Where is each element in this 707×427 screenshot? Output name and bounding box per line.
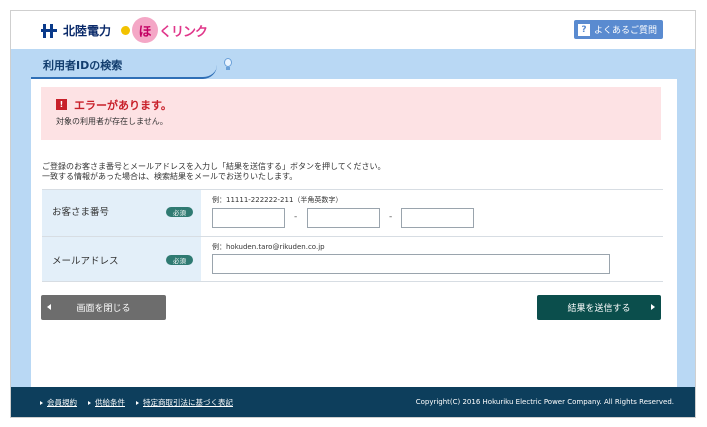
customer-number-row: お客さま番号 必須 例：11111-222222-211（半角英数字） - - (42, 189, 663, 236)
error-box: ! エラーがあります。 対象の利用者が存在しません。 (41, 87, 661, 140)
hokulink-text: くリンク (159, 24, 208, 40)
logo-text: 北陸電力 (63, 24, 112, 38)
faq-button[interactable]: ? よくあるご質問 (573, 20, 663, 39)
footer-links: 会員規約 供給条件 特定商取引法に基づく表記 (40, 397, 233, 408)
app-window: 北陸電力 ほ くリンク ? よくあるご質問 利用者IDの検索 ! エラーがありま… (10, 10, 696, 418)
intro-line-2: 一致する情報があった場合は、検索結果をメールでお送りいたします。 (42, 172, 298, 181)
email-label: メールアドレス (52, 256, 119, 267)
customer-number-part1-input[interactable] (212, 208, 285, 228)
separator: - (389, 212, 393, 222)
arrow-left-icon (47, 304, 51, 310)
customer-number-label: お客さま番号 (52, 207, 110, 218)
question-icon: ? (577, 23, 590, 36)
header: 北陸電力 ほ くリンク ? よくあるご質問 (11, 11, 695, 49)
hokulink-logo: ほ くリンク (121, 17, 208, 43)
customer-number-hint: 例：11111-222222-211（半角英数字） (212, 196, 343, 204)
customer-number-header: お客さま番号 必須 (42, 190, 201, 236)
email-hint: 例：hokuden.taro@rikuden.co.jp (212, 243, 325, 251)
arrow-right-icon (88, 400, 91, 405)
page-title: 利用者IDの検索 (43, 59, 123, 72)
customer-number-part3-input[interactable] (401, 208, 474, 228)
left-gutter (11, 79, 31, 389)
email-row: メールアドレス 必須 例：hokuden.taro@rikuden.co.jp (42, 236, 663, 282)
copyright: Copyright(C) 2016 Hokuriku Electric Powe… (415, 398, 674, 406)
hokuriku-logo: 北陸電力 (41, 22, 111, 39)
arrow-right-icon (40, 400, 43, 405)
hokuriku-logo-icon (41, 23, 59, 39)
error-title: エラーがあります。 (74, 99, 172, 112)
required-badge: 必須 (166, 207, 193, 217)
close-button-label: 画面を閉じる (76, 304, 131, 314)
search-form: お客さま番号 必須 例：11111-222222-211（半角英数字） - - … (42, 189, 663, 282)
send-result-button[interactable]: 結果を送信する (537, 295, 661, 320)
arrow-right-icon (651, 304, 655, 310)
footer-link-supply-conditions[interactable]: 供給条件 (88, 397, 125, 408)
footer-link-terms[interactable]: 会員規約 (40, 397, 77, 408)
right-gutter (675, 79, 695, 389)
hokulink-circle: ほ (132, 17, 158, 43)
main-content: ! エラーがあります。 対象の利用者が存在しません。 ご登録のお客さま番号とメー… (31, 79, 677, 389)
email-input[interactable] (212, 254, 610, 274)
logo-dot-icon (121, 25, 130, 35)
intro-text: ご登録のお客さま番号とメールアドレスを入力し「結果を送信する」ボタンを押してくだ… (42, 162, 386, 182)
error-icon: ! (56, 99, 67, 110)
footer-link-commercial-law[interactable]: 特定商取引法に基づく表記 (136, 397, 233, 408)
error-message: 対象の利用者が存在しません。 (56, 117, 168, 126)
title-tab: 利用者IDの検索 (31, 49, 232, 79)
arrow-right-icon (136, 400, 139, 405)
close-window-button[interactable]: 画面を閉じる (41, 295, 166, 320)
lightbulb-icon (223, 55, 233, 70)
send-button-label: 結果を送信する (567, 304, 631, 314)
footer: 会員規約 供給条件 特定商取引法に基づく表記 Copyright(C) 2016… (11, 387, 695, 417)
intro-line-1: ご登録のお客さま番号とメールアドレスを入力し「結果を送信する」ボタンを押してくだ… (42, 162, 386, 171)
required-badge: 必須 (166, 255, 193, 265)
faq-label: よくあるご質問 (593, 26, 657, 36)
email-header: メールアドレス 必須 (42, 237, 201, 281)
title-band: 利用者IDの検索 (11, 49, 695, 79)
separator: - (294, 212, 298, 222)
customer-number-part2-input[interactable] (307, 208, 380, 228)
